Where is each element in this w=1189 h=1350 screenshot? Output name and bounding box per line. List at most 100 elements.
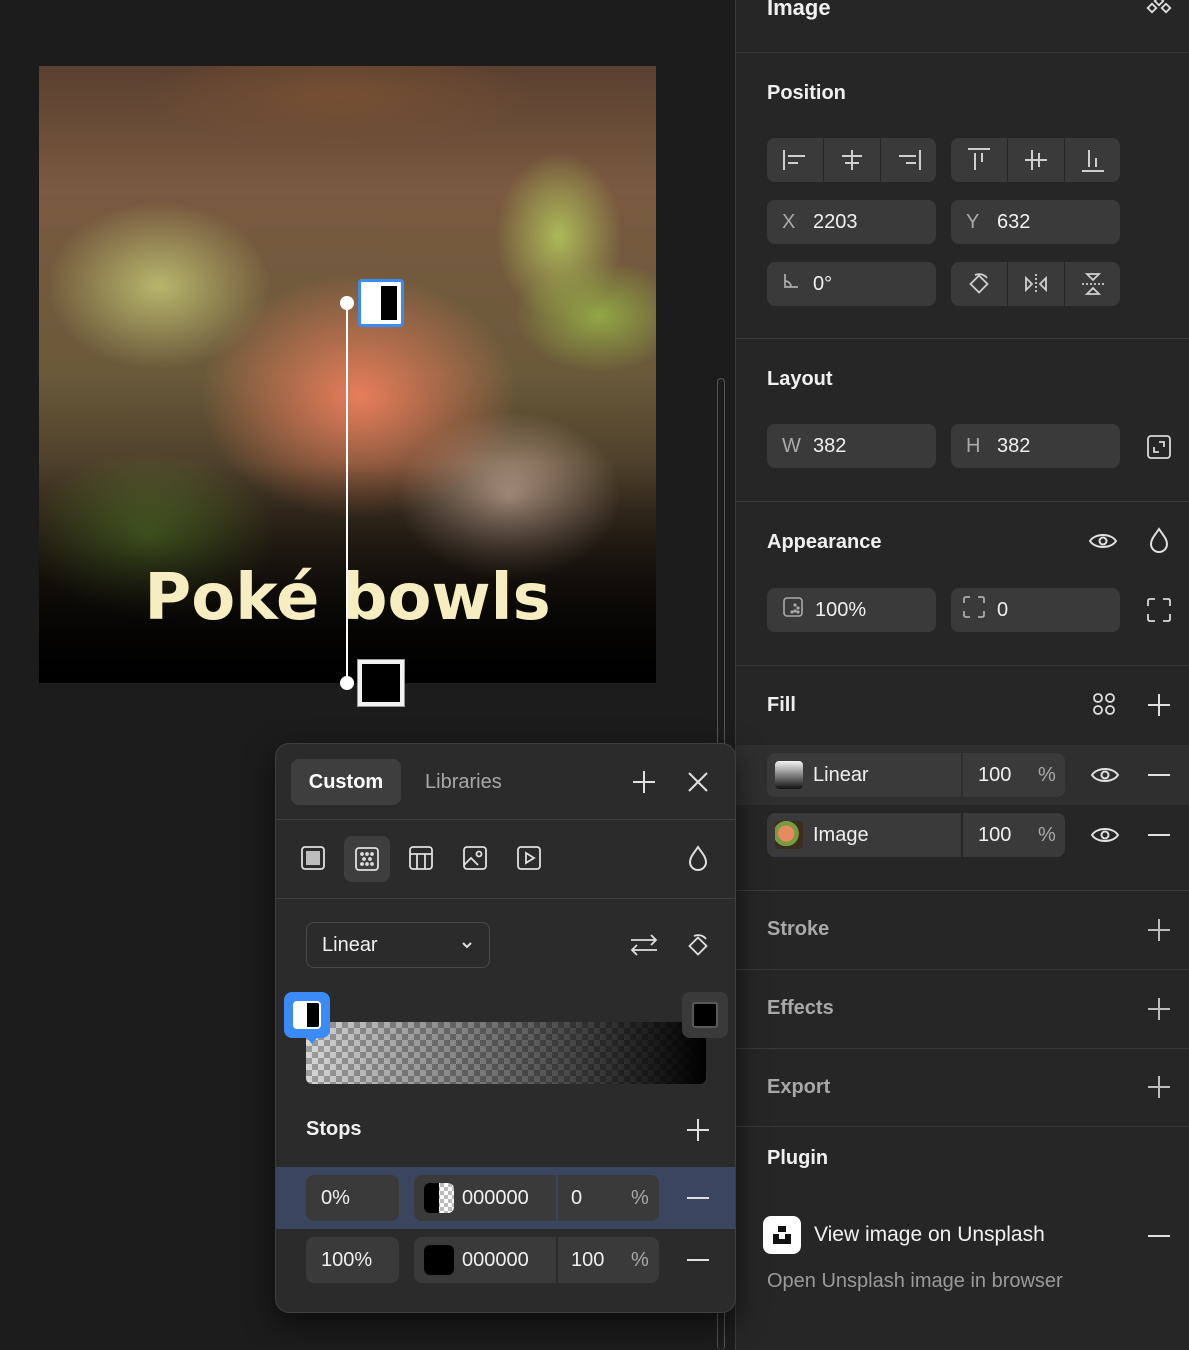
picker-blend-mode-button[interactable] — [683, 843, 713, 873]
percent-unit: % — [1038, 823, 1056, 846]
stop-position-field[interactable]: 100% — [306, 1237, 399, 1283]
add-export-button[interactable] — [1144, 1072, 1174, 1102]
layout-section: Layout W 382 H 382 — [736, 339, 1189, 502]
gradient-bar[interactable] — [306, 1022, 706, 1084]
remove-stop-button[interactable] — [683, 1183, 713, 1213]
remove-stop-button[interactable] — [683, 1245, 713, 1275]
stop-row[interactable]: 0% 000000 0 % — [276, 1167, 735, 1229]
fill-visibility-toggle[interactable] — [1090, 820, 1120, 850]
plugin-action-link[interactable]: View image on Unsplash — [814, 1223, 1045, 1247]
stroke-section: Stroke — [736, 891, 1189, 970]
eye-icon — [1090, 768, 1120, 782]
tab-custom[interactable]: Custom — [291, 759, 401, 805]
align-top-button[interactable] — [951, 138, 1007, 182]
corner-radius-field[interactable]: 0 — [951, 588, 1120, 632]
align-left-button[interactable] — [767, 138, 823, 182]
plus-icon — [687, 1119, 709, 1141]
rotate-button[interactable] — [951, 262, 1007, 306]
blend-mode-button[interactable] — [1144, 525, 1174, 555]
gradient-end-handle[interactable] — [357, 659, 405, 707]
stop-row[interactable]: 100% 000000 100 % — [276, 1229, 735, 1291]
gradient-end-point[interactable] — [340, 676, 354, 690]
gradient-stop-0-marker[interactable] — [284, 992, 330, 1038]
component-icon[interactable] — [1144, 0, 1174, 24]
fill-opacity-field[interactable]: 100 % — [963, 753, 1065, 797]
x-position-field[interactable]: X 2203 — [767, 200, 936, 244]
position-section: Position X 2203 Y 632 0° — [736, 53, 1189, 339]
transparent-swatch-icon — [424, 1183, 454, 1213]
tab-libraries[interactable]: Libraries — [425, 771, 502, 794]
visibility-toggle[interactable] — [1088, 526, 1118, 556]
plus-icon — [633, 771, 655, 793]
rotate-gradient-button[interactable] — [683, 930, 713, 960]
minus-icon — [1148, 834, 1170, 836]
add-style-button[interactable] — [629, 767, 659, 797]
image-thumbnail-icon — [775, 821, 803, 849]
fill-type-linear[interactable]: Linear — [767, 753, 961, 797]
remove-fill-button[interactable] — [1144, 760, 1174, 790]
rotate-icon — [969, 273, 989, 294]
remove-plugin-button[interactable] — [1144, 1221, 1174, 1251]
plugin-section: Plugin View image on Unsplash Open Unspl… — [736, 1127, 1189, 1350]
remove-fill-button[interactable] — [1144, 820, 1174, 850]
linear-swatch-icon — [775, 761, 803, 789]
gradient-stop-1-marker[interactable] — [682, 992, 728, 1038]
stop-opacity-field[interactable]: 100 % — [558, 1237, 659, 1283]
add-stroke-button[interactable] — [1144, 915, 1174, 945]
align-center-h-button[interactable] — [824, 138, 880, 182]
gradient-fill-button[interactable] — [344, 836, 390, 882]
effects-title: Effects — [767, 997, 834, 1019]
stroke-title: Stroke — [767, 918, 830, 940]
add-effect-button[interactable] — [1144, 994, 1174, 1024]
constrain-proportions-button[interactable] — [1144, 432, 1174, 462]
flip-horizontal-button[interactable] — [1008, 262, 1064, 306]
stop-color-field[interactable]: 000000 — [414, 1175, 556, 1221]
fill-styles-button[interactable] — [1089, 689, 1119, 719]
stop-color-field[interactable]: 000000 — [414, 1237, 556, 1283]
gradient-direction-line[interactable] — [346, 303, 348, 683]
opacity-icon — [782, 596, 815, 624]
fill-layer-linear[interactable]: Linear 100 % — [736, 745, 1189, 805]
align-left-icon — [783, 150, 805, 170]
swap-stops-button[interactable] — [629, 930, 659, 960]
stop-hex-value: 000000 — [462, 1186, 529, 1209]
add-fill-button[interactable] — [1144, 690, 1174, 720]
black-swatch-icon — [692, 1002, 718, 1028]
opacity-field[interactable]: 100% — [767, 588, 936, 632]
rotation-field[interactable]: 0° — [767, 262, 936, 306]
minus-icon — [687, 1197, 709, 1199]
align-center-h-icon — [842, 150, 862, 170]
fill-visibility-toggle[interactable] — [1090, 760, 1120, 790]
solid-fill-button[interactable] — [298, 843, 328, 873]
close-picker-button[interactable] — [683, 767, 713, 797]
align-middle-button[interactable] — [1008, 138, 1064, 182]
align-bottom-button[interactable] — [1065, 138, 1120, 182]
image-fill-button[interactable] — [460, 843, 490, 873]
percent-unit: % — [1038, 763, 1056, 786]
stop-position-field[interactable]: 0% — [306, 1175, 399, 1221]
layout-title: Layout — [767, 368, 833, 390]
height-field[interactable]: H 382 — [951, 424, 1120, 468]
fill-layer-image[interactable]: Image 100 % — [736, 805, 1189, 865]
align-bottom-icon — [1081, 150, 1104, 172]
drop-icon — [688, 845, 708, 871]
percent-unit: % — [631, 1248, 649, 1271]
flip-vertical-button[interactable] — [1065, 262, 1120, 306]
image-fill-icon — [463, 846, 487, 870]
independent-corners-button[interactable] — [1144, 595, 1174, 625]
add-stop-button[interactable] — [683, 1115, 713, 1145]
fill-type-image[interactable]: Image — [767, 813, 961, 857]
width-field[interactable]: W 382 — [767, 424, 936, 468]
gradient-start-point[interactable] — [340, 296, 354, 310]
align-right-button[interactable] — [881, 138, 936, 182]
gradient-start-handle[interactable] — [358, 279, 404, 327]
x-label: X — [782, 210, 796, 233]
y-position-field[interactable]: Y 632 — [951, 200, 1120, 244]
opacity-value: 100% — [815, 598, 867, 621]
export-title: Export — [767, 1076, 831, 1098]
stop-opacity-field[interactable]: 0 % — [558, 1175, 659, 1221]
video-fill-button[interactable] — [514, 843, 544, 873]
pattern-fill-button[interactable] — [406, 843, 436, 873]
gradient-type-select[interactable]: Linear — [306, 922, 490, 968]
fill-opacity-field[interactable]: 100 % — [963, 813, 1065, 857]
